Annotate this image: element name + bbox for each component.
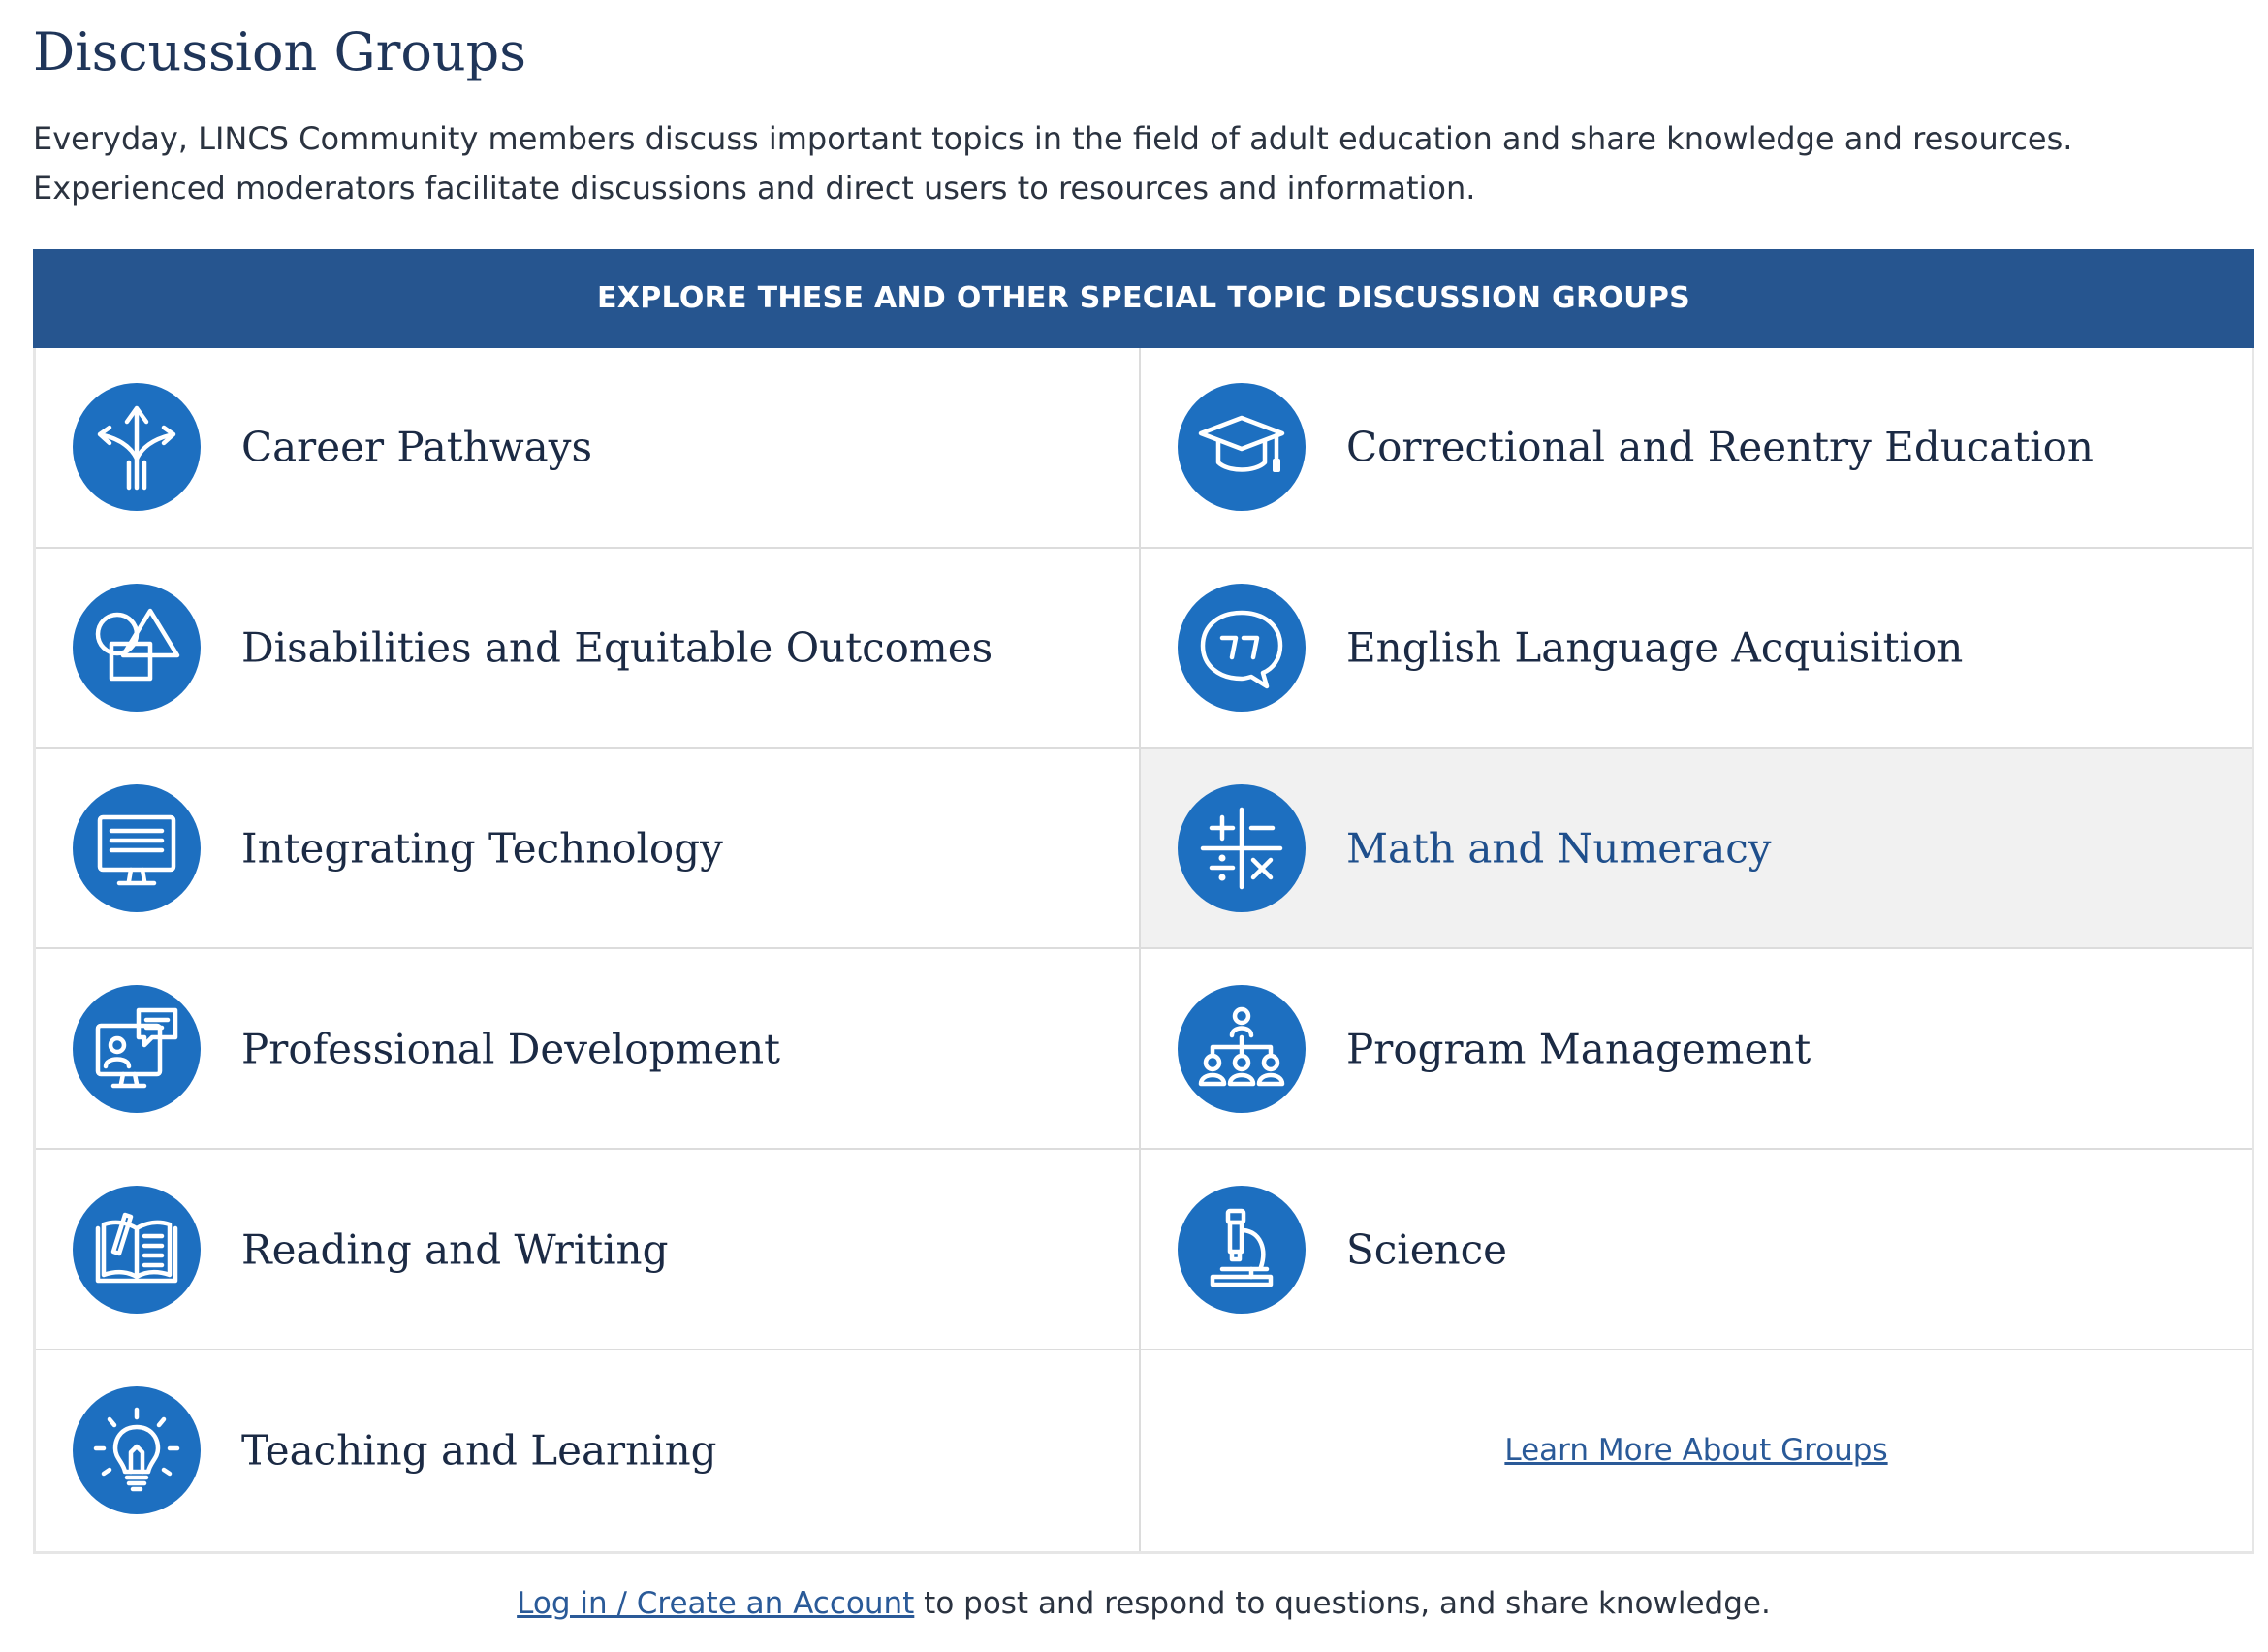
- group-label: Teaching and Learning: [241, 1426, 717, 1475]
- computer-monitor-icon: [73, 783, 201, 912]
- footer-line: Log in / Create an Account to post and r…: [33, 1586, 2254, 1621]
- group-label: English Language Acquisition: [1346, 623, 1964, 672]
- group-label: Integrating Technology: [241, 824, 723, 873]
- groups-header: EXPLORE THESE AND OTHER SPECIAL TOPIC DI…: [33, 249, 2254, 348]
- group-career-pathways[interactable]: Career Pathways: [36, 348, 1141, 549]
- group-math-numeracy[interactable]: Math and Numeracy: [1141, 748, 2252, 950]
- group-disabilities[interactable]: Disabilities and Equitable Outcomes: [36, 548, 1141, 749]
- group-label: Correctional and Reentry Education: [1346, 423, 2094, 471]
- group-integrating-technology[interactable]: Integrating Technology: [36, 748, 1141, 950]
- group-reading-writing[interactable]: Reading and Writing: [36, 1150, 1141, 1350]
- group-label: Disabilities and Equitable Outcomes: [241, 623, 993, 672]
- group-professional-development[interactable]: Professional Development: [36, 949, 1141, 1151]
- graduation-cap-icon: [1178, 383, 1306, 512]
- org-chart-icon: [1178, 984, 1306, 1113]
- login-create-account-link[interactable]: Log in / Create an Account: [517, 1586, 914, 1621]
- group-label: Reading and Writing: [241, 1225, 669, 1274]
- math-operators-icon: [1178, 783, 1306, 912]
- group-program-management[interactable]: Program Management: [1141, 949, 2252, 1151]
- quote-speech-bubble-icon: [1178, 584, 1306, 713]
- shapes-icon: [73, 584, 201, 713]
- group-science[interactable]: Science: [1141, 1150, 2252, 1350]
- page-title: Discussion Groups: [33, 21, 526, 82]
- group-teaching-learning[interactable]: Teaching and Learning: [36, 1350, 1141, 1551]
- group-label: Program Management: [1346, 1025, 1811, 1073]
- groups-grid: Career Pathways Correctional and Reentry…: [36, 348, 2252, 1551]
- learn-more-link[interactable]: Learn More About Groups: [1141, 1433, 2252, 1468]
- group-label: Career Pathways: [241, 423, 593, 471]
- group-label: Math and Numeracy: [1346, 824, 1772, 873]
- lightbulb-icon: [73, 1386, 201, 1515]
- group-label: Professional Development: [241, 1025, 781, 1073]
- group-correctional-reentry[interactable]: Correctional and Reentry Education: [1141, 348, 2252, 549]
- discussion-groups-panel: EXPLORE THESE AND OTHER SPECIAL TOPIC DI…: [33, 249, 2254, 1554]
- video-conference-icon: [73, 984, 201, 1113]
- group-label: Science: [1346, 1225, 1508, 1274]
- group-english-language[interactable]: English Language Acquisition: [1141, 549, 2252, 749]
- diverging-arrows-icon: [73, 383, 201, 512]
- learn-more-cell: Learn More About Groups: [1141, 1350, 2252, 1551]
- microscope-icon: [1178, 1185, 1306, 1314]
- intro-text: Everyday, LINCS Community members discus…: [33, 120, 2073, 206]
- footer-text: to post and respond to questions, and sh…: [914, 1586, 1771, 1621]
- open-book-pencil-icon: [73, 1185, 201, 1314]
